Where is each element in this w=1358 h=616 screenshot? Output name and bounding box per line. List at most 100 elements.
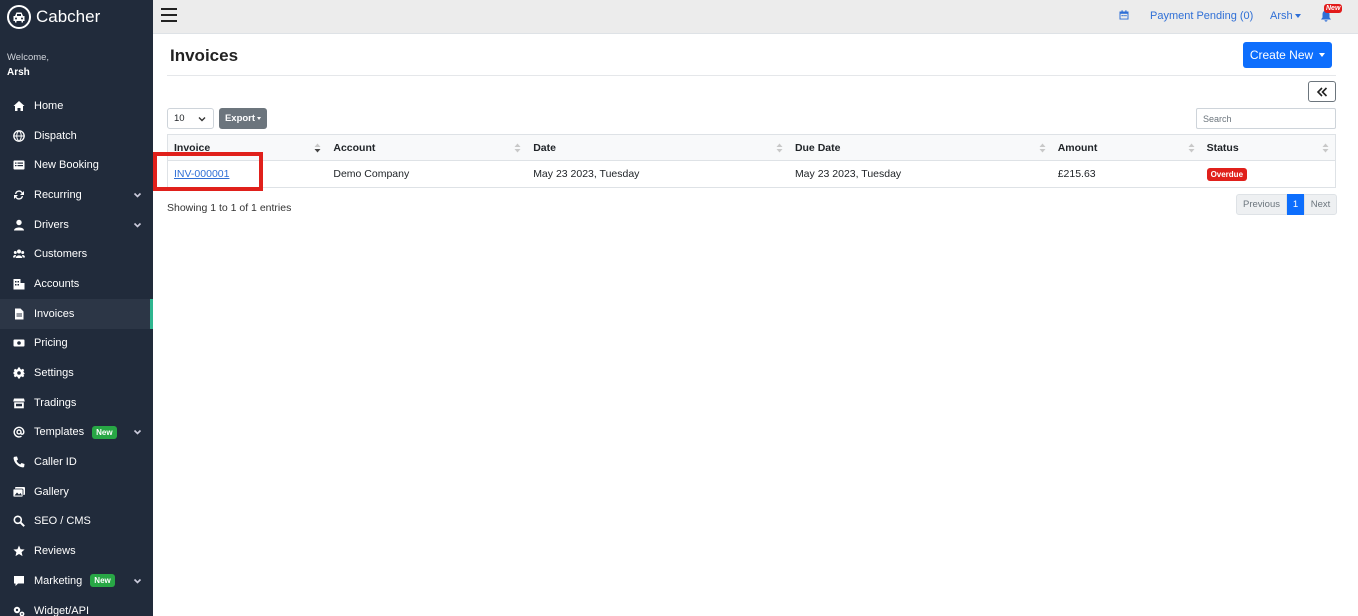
sidebar-item-label: SEO / CMS bbox=[34, 515, 91, 528]
page-size-value: 10 bbox=[174, 113, 185, 124]
sidebar-item-tradings[interactable]: Tradings bbox=[0, 388, 153, 418]
caret-down-icon bbox=[1294, 14, 1301, 19]
sidebar-item-label: Caller ID bbox=[34, 456, 77, 469]
caret-down-icon bbox=[257, 117, 262, 120]
caret-down-icon bbox=[1319, 53, 1326, 57]
table-row: INV-000001 Demo Company May 23 2023, Tue… bbox=[167, 160, 1336, 188]
payment-pending-link[interactable]: Payment Pending (0) bbox=[1150, 10, 1253, 22]
users-icon bbox=[12, 247, 26, 261]
sidebar-item-dispatch[interactable]: Dispatch bbox=[0, 121, 153, 151]
welcome-label: Welcome, bbox=[7, 52, 50, 63]
create-new-label: Create New bbox=[1249, 48, 1314, 62]
double-chevron-left-icon bbox=[1316, 86, 1328, 97]
home-icon bbox=[12, 99, 26, 113]
page-1-button[interactable]: 1 bbox=[1287, 194, 1304, 215]
chevron-down-icon bbox=[133, 428, 142, 437]
building-icon bbox=[12, 277, 26, 291]
sidebar-item-accounts[interactable]: Accounts bbox=[0, 269, 153, 299]
phone-icon bbox=[12, 455, 26, 469]
sidebar-item-caller-id[interactable]: Caller ID bbox=[0, 447, 153, 477]
sidebar-item-label: Tradings bbox=[34, 396, 77, 409]
money-icon bbox=[12, 336, 26, 350]
sidebar-item-label: New Booking bbox=[34, 159, 99, 172]
sidebar-item-label: Customers bbox=[34, 248, 88, 261]
sort-icon bbox=[1322, 143, 1329, 153]
column-header-status[interactable]: Status bbox=[1200, 134, 1336, 161]
sidebar-item-seo-cms[interactable]: SEO / CMS bbox=[0, 507, 153, 537]
list-icon bbox=[12, 158, 26, 172]
sort-desc-icon bbox=[314, 143, 321, 153]
divider bbox=[167, 75, 1336, 76]
sidebar-item-label: Home bbox=[34, 99, 64, 112]
calendar-icon[interactable] bbox=[1119, 10, 1129, 20]
sidebar-item-new-booking[interactable]: New Booking bbox=[0, 150, 153, 180]
search-input[interactable] bbox=[1196, 108, 1336, 129]
sidebar-item-label: Dispatch bbox=[34, 129, 77, 142]
column-header-amount[interactable]: Amount bbox=[1051, 134, 1201, 161]
sidebar-item-widget-api[interactable]: Widget/API bbox=[0, 596, 153, 616]
sidebar-item-label: Drivers bbox=[34, 218, 69, 231]
page-size-select[interactable]: 10 bbox=[167, 108, 214, 129]
sidebar-item-invoices[interactable]: Invoices bbox=[0, 298, 153, 329]
sidebar-item-recurring[interactable]: Recurring bbox=[0, 180, 153, 210]
sidebar-item-label: Recurring bbox=[34, 188, 82, 201]
sidebar-nav: Home Dispatch New Booking Recurring Driv… bbox=[0, 91, 153, 616]
sidebar-item-customers[interactable]: Customers bbox=[0, 239, 153, 269]
sidebar-item-home[interactable]: Home bbox=[0, 91, 153, 121]
sidebar-item-label: Reviews bbox=[34, 545, 76, 558]
highlight-box bbox=[153, 152, 263, 191]
cell-account: Demo Company bbox=[327, 160, 528, 188]
previous-page-button[interactable]: Previous bbox=[1236, 194, 1287, 215]
sort-icon bbox=[1039, 143, 1046, 153]
sort-icon bbox=[1188, 143, 1195, 153]
create-new-button[interactable]: Create New bbox=[1243, 42, 1332, 68]
chevron-down-icon bbox=[133, 190, 142, 199]
new-badge: New bbox=[92, 425, 117, 439]
chevron-down-icon bbox=[198, 115, 206, 123]
brand[interactable]: Cabcher bbox=[0, 0, 153, 34]
sidebar-item-label: Gallery bbox=[34, 485, 69, 498]
sidebar-item-label: Marketing bbox=[34, 574, 83, 587]
chevron-down-icon bbox=[133, 576, 142, 585]
status-badge: Overdue bbox=[1206, 168, 1248, 181]
menu-toggle-icon[interactable] bbox=[161, 8, 177, 22]
column-header-date[interactable]: Date bbox=[527, 134, 789, 161]
table-header-row: Invoice Account Date Due Date Amount Sta… bbox=[167, 134, 1336, 161]
sidebar-item-settings[interactable]: Settings bbox=[0, 358, 153, 388]
repeat-icon bbox=[12, 188, 26, 202]
column-header-account[interactable]: Account bbox=[327, 134, 528, 161]
sidebar-item-marketing[interactable]: Marketing New bbox=[0, 566, 153, 596]
collapse-button[interactable] bbox=[1308, 81, 1336, 102]
sidebar-item-label: Accounts bbox=[34, 277, 80, 290]
comment-icon bbox=[12, 574, 26, 588]
sort-icon bbox=[514, 143, 521, 153]
welcome-user-name: Arsh bbox=[7, 67, 30, 78]
gear-icon bbox=[12, 366, 26, 380]
sidebar-item-reviews[interactable]: Reviews bbox=[0, 536, 153, 566]
taxi-logo-icon bbox=[7, 5, 31, 29]
store-icon bbox=[12, 396, 26, 410]
main-content: Invoices Create New 10 Export Invoice Ac… bbox=[153, 35, 1358, 616]
column-header-label: Account bbox=[333, 141, 376, 154]
sidebar-item-label: Invoices bbox=[34, 307, 75, 320]
sidebar: Cabcher Welcome, Arsh Home Dispatch New … bbox=[0, 0, 153, 616]
user-menu-dropdown[interactable]: Arsh bbox=[1270, 10, 1301, 22]
export-button[interactable]: Export bbox=[219, 108, 267, 129]
invoices-table: Invoice Account Date Due Date Amount Sta… bbox=[167, 134, 1336, 188]
sidebar-item-drivers[interactable]: Drivers bbox=[0, 210, 153, 240]
column-header-label: Amount bbox=[1057, 141, 1098, 154]
page-title: Invoices bbox=[170, 46, 239, 65]
sidebar-item-templates[interactable]: Templates New bbox=[0, 418, 153, 448]
column-header-due-date[interactable]: Due Date bbox=[788, 134, 1052, 161]
cell-amount: £215.63 bbox=[1051, 160, 1201, 188]
next-page-button[interactable]: Next bbox=[1304, 194, 1337, 215]
chevron-down-icon bbox=[133, 220, 142, 229]
export-label: Export bbox=[224, 113, 256, 124]
new-badge: New bbox=[90, 574, 115, 588]
cell-due-date: May 23 2023, Tuesday bbox=[788, 160, 1052, 188]
column-header-label: Status bbox=[1206, 141, 1239, 154]
sidebar-item-pricing[interactable]: Pricing bbox=[0, 329, 153, 359]
entries-info: Showing 1 to 1 of 1 entries bbox=[167, 202, 292, 214]
sidebar-item-gallery[interactable]: Gallery bbox=[0, 477, 153, 507]
sidebar-item-label: Pricing bbox=[34, 337, 68, 350]
